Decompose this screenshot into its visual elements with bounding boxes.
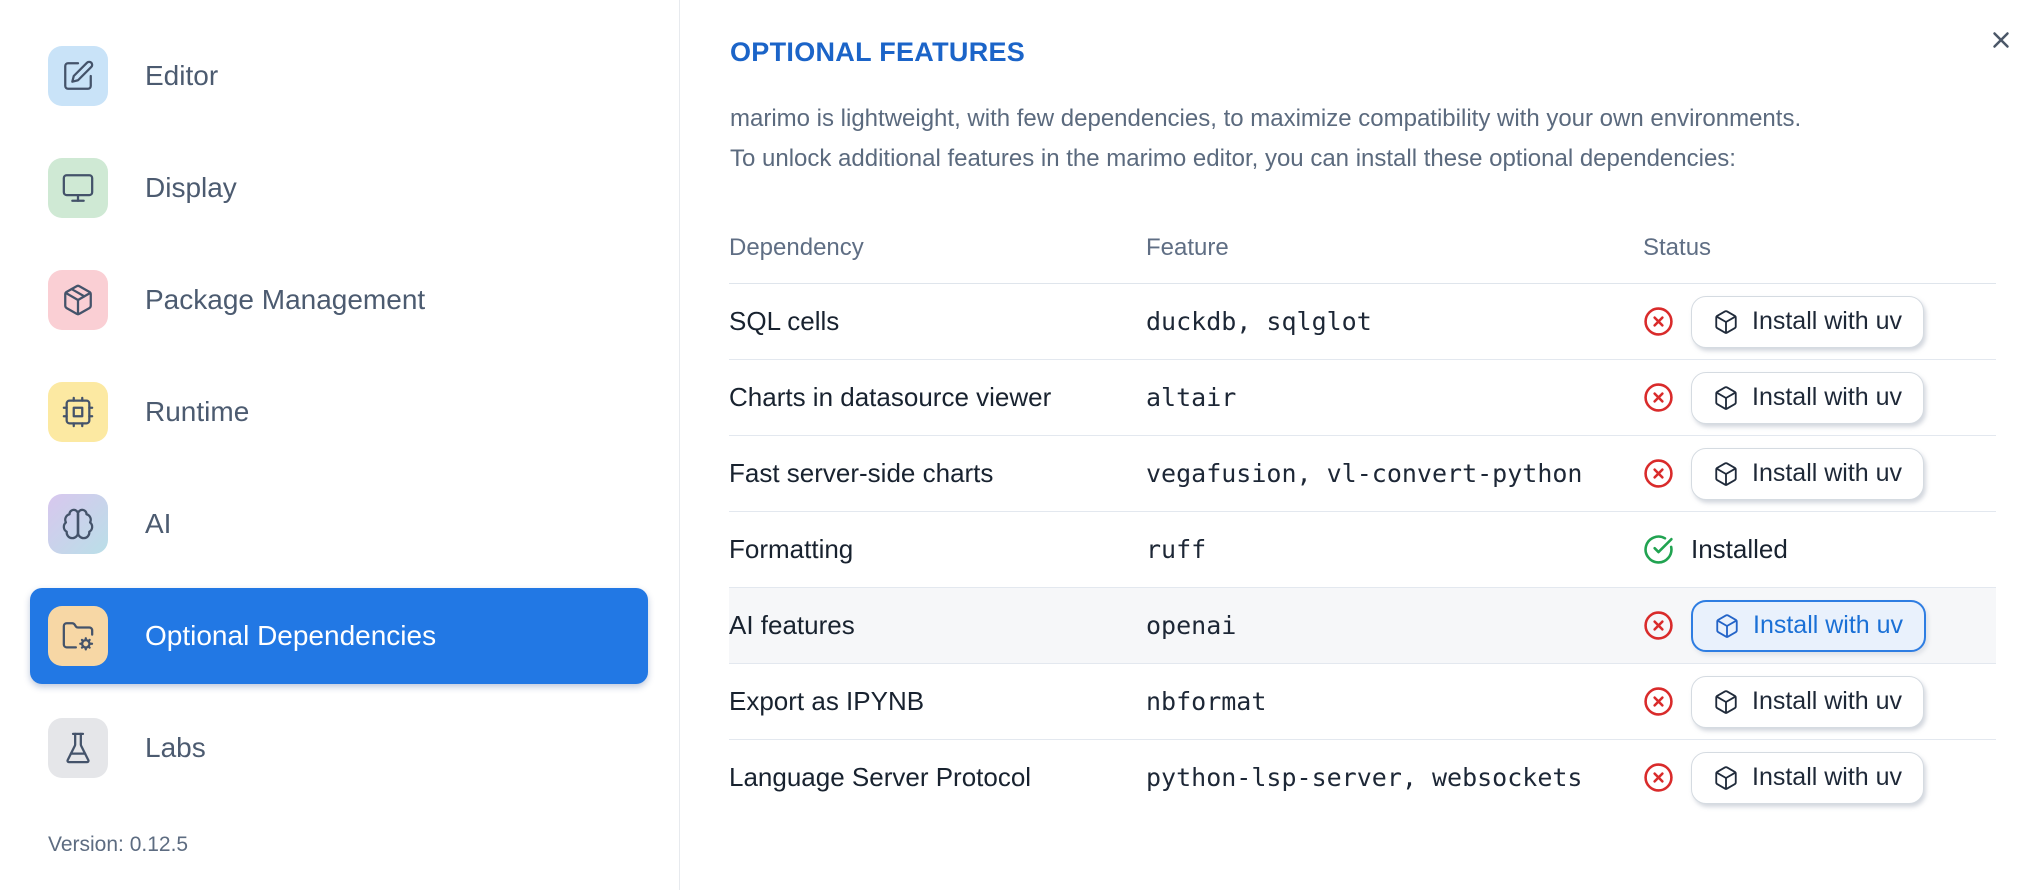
cpu-icon	[48, 382, 108, 442]
not-installed-icon	[1643, 382, 1674, 413]
box-icon	[1713, 385, 1739, 411]
dependency-cell: Fast server-side charts	[729, 458, 994, 488]
table-row: AI features openai Install with uv	[729, 588, 1996, 664]
status-cell: Install with uv	[1643, 675, 1996, 728]
dependency-cell: Language Server Protocol	[729, 762, 1032, 792]
install-with-uv-button[interactable]: Install with uv	[1691, 371, 1925, 424]
install-button-label: Install with uv	[1753, 611, 1904, 639]
install-with-uv-button[interactable]: Install with uv	[1691, 675, 1925, 728]
feature-cell: altair	[1146, 383, 1237, 412]
not-installed-icon	[1643, 458, 1674, 489]
sidebar-nav: Editor Display Package Management Runtime AI…	[30, 28, 648, 796]
brain-icon	[48, 494, 108, 554]
status-cell: Install with uv	[1643, 599, 1996, 652]
sidebar-item-label: Optional Dependencies	[145, 620, 437, 651]
dependencies-table: Dependency Feature Status SQL cells duckd…	[729, 213, 1996, 815]
table-row: Language Server Protocol python-lsp-serve…	[729, 740, 1996, 815]
sidebar-item-runtime[interactable]: Runtime	[30, 364, 648, 460]
column-header-dependency: Dependency	[729, 234, 864, 261]
table-header: Dependency Feature Status	[729, 213, 1996, 284]
install-button-label: Install with uv	[1752, 763, 1903, 791]
install-with-uv-button[interactable]: Install with uv	[1691, 295, 1925, 348]
status-label: Installed	[1691, 534, 1788, 564]
settings-dialog: Editor Display Package Management Runtime AI…	[0, 0, 2042, 890]
not-installed-icon	[1643, 686, 1674, 717]
install-with-uv-button[interactable]: Install with uv	[1691, 599, 1927, 652]
install-button-label: Install with uv	[1752, 687, 1903, 715]
box-icon	[1713, 689, 1739, 715]
description-line-1: marimo is lightweight, with few dependen…	[730, 105, 1802, 132]
table-row: Charts in datasource viewer altair Install…	[729, 360, 1996, 436]
table-row: SQL cells duckdb, sqlglot Install with uv	[729, 284, 1996, 360]
square-pen-icon	[48, 46, 108, 106]
box-icon	[1714, 613, 1740, 639]
sidebar-item-label: Editor	[145, 60, 219, 91]
sidebar-item-label: Runtime	[145, 396, 250, 427]
description: marimo is lightweight, with few dependen…	[730, 99, 1801, 179]
table-row: Formatting ruff Installed	[729, 512, 1996, 588]
settings-sidebar: Editor Display Package Management Runtime AI…	[0, 0, 680, 890]
status-cell: Install with uv	[1643, 447, 1996, 500]
column-header-status: Status	[1643, 234, 1712, 261]
feature-cell: openai	[1146, 611, 1237, 640]
description-line-2: To unlock additional features in the mar…	[730, 145, 1736, 172]
installed-check-icon	[1643, 534, 1674, 565]
feature-cell: python-lsp-server, websockets	[1146, 763, 1583, 792]
dependency-cell: Export as IPYNB	[729, 686, 925, 716]
not-installed-icon	[1643, 306, 1674, 337]
box-icon	[1713, 309, 1739, 335]
not-installed-icon	[1643, 762, 1674, 793]
install-button-label: Install with uv	[1752, 383, 1903, 411]
status-cell: Install with uv	[1643, 751, 1996, 804]
install-button-label: Install with uv	[1752, 307, 1903, 335]
sidebar-item-display[interactable]: Display	[30, 140, 648, 236]
sidebar-item-package-management[interactable]: Package Management	[30, 252, 648, 348]
dependency-cell: AI features	[729, 610, 855, 640]
table-row: Fast server-side charts vegafusion, vl-co…	[729, 436, 1996, 512]
sidebar-item-labs[interactable]: Labs	[30, 700, 648, 796]
monitor-icon	[48, 158, 108, 218]
optional-features-panel: OPTIONAL FEATURES marimo is lightweight,…	[681, 0, 2042, 890]
install-with-uv-button[interactable]: Install with uv	[1691, 751, 1925, 804]
flask-icon	[48, 718, 108, 778]
status-cell: Install with uv	[1643, 295, 1996, 348]
version-label: Version: 0.12.5	[48, 833, 189, 856]
page-title: OPTIONAL FEATURES	[730, 37, 1026, 67]
folder-cog-icon	[48, 606, 108, 666]
dependency-cell: SQL cells	[729, 306, 840, 336]
status-cell: Installed	[1643, 534, 1996, 565]
install-with-uv-button[interactable]: Install with uv	[1691, 447, 1925, 500]
not-installed-icon	[1643, 610, 1674, 641]
feature-cell: ruff	[1146, 535, 1207, 564]
sidebar-item-editor[interactable]: Editor	[30, 28, 648, 124]
sidebar-item-label: Display	[145, 172, 237, 203]
sidebar-item-label: Labs	[145, 732, 206, 763]
column-header-feature: Feature	[1146, 234, 1229, 261]
status-cell: Install with uv	[1643, 371, 1996, 424]
feature-cell: vegafusion, vl-convert-python	[1146, 459, 1583, 488]
box-icon	[1713, 765, 1739, 791]
close-button[interactable]	[1982, 22, 2020, 60]
feature-cell: nbformat	[1146, 687, 1267, 716]
x-icon	[1988, 27, 2014, 56]
table-row: Export as IPYNB nbformat Install with uv	[729, 664, 1996, 740]
table-body: SQL cells duckdb, sqlglot Install with uv C…	[729, 284, 1996, 815]
sidebar-item-label: Package Management	[145, 284, 426, 315]
package-icon	[48, 270, 108, 330]
dependency-cell: Charts in datasource viewer	[729, 382, 1052, 412]
install-button-label: Install with uv	[1752, 459, 1903, 487]
sidebar-item-optional-dependencies[interactable]: Optional Dependencies	[30, 588, 648, 684]
sidebar-item-ai[interactable]: AI	[30, 476, 648, 572]
dependency-cell: Formatting	[729, 534, 854, 564]
sidebar-item-label: AI	[145, 508, 172, 539]
feature-cell: duckdb, sqlglot	[1146, 307, 1372, 336]
box-icon	[1713, 461, 1739, 487]
